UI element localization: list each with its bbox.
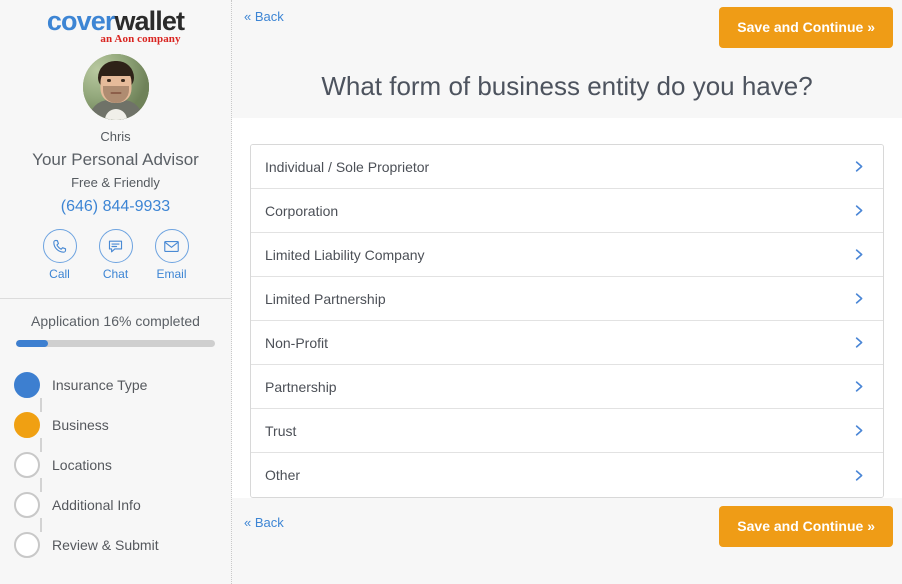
avatar <box>82 54 149 120</box>
step-indicator <box>14 492 40 518</box>
step-indicator <box>14 372 40 398</box>
application-window: coverwallet an Aon company Chris Your Pe… <box>0 0 902 584</box>
chevron-right-icon <box>855 249 862 260</box>
option-chevron[interactable] <box>847 247 869 262</box>
chevron-right-icon <box>855 469 862 481</box>
step-indicator <box>14 412 40 438</box>
avatar-eye-left <box>106 79 111 82</box>
back-link-top[interactable]: « Back <box>244 9 284 25</box>
option-chevron[interactable] <box>847 291 869 306</box>
option-chevron[interactable] <box>847 203 869 218</box>
brand-logo[interactable]: coverwallet an Aon company <box>0 0 231 45</box>
option-chevron[interactable] <box>847 468 869 483</box>
step-label: Business <box>52 417 109 433</box>
option-row[interactable]: Non-Profit <box>251 321 883 365</box>
chevron-right-icon <box>855 425 862 436</box>
chat-icon <box>108 240 123 252</box>
step-item-insurance-type[interactable]: Insurance Type <box>14 365 231 412</box>
step-connector <box>40 478 42 492</box>
contact-email[interactable]: Email <box>154 229 190 282</box>
bottom-action-bar: « Back Save and Continue » <box>232 498 902 584</box>
option-label: Non-Profit <box>265 334 329 351</box>
option-row[interactable]: Trust <box>251 409 883 453</box>
chevron-right-icon <box>855 381 862 392</box>
option-label: Corporation <box>265 202 339 219</box>
option-label: Trust <box>265 422 297 439</box>
save-and-continue-button-bottom[interactable]: Save and Continue » <box>719 506 893 547</box>
step-label: Insurance Type <box>52 377 148 393</box>
step-label: Review & Submit <box>52 537 159 553</box>
step-item-review-submit[interactable]: Review & Submit <box>14 525 231 565</box>
sidebar-divider <box>0 298 231 299</box>
option-row[interactable]: Limited Liability Company <box>251 233 883 277</box>
business-entity-options: Individual / Sole Proprietor Corporation L… <box>250 144 884 498</box>
step-indicator <box>14 532 40 558</box>
option-row[interactable]: Other <box>251 453 883 497</box>
email-button[interactable] <box>154 229 189 263</box>
logo-text: coverwallet <box>0 6 231 36</box>
call-label: Call <box>49 267 70 281</box>
option-row[interactable]: Individual / Sole Proprietor <box>251 145 883 189</box>
advisor-panel: Chris Your Personal Advisor Free & Frien… <box>0 44 231 282</box>
avatar-fringe <box>99 65 132 76</box>
option-label: Limited Liability Company <box>265 246 425 263</box>
progress-bar <box>16 340 215 347</box>
advisor-tagline: Free & Friendly <box>71 175 160 190</box>
step-label: Additional Info <box>52 497 141 513</box>
contact-methods: Call Chat Email <box>0 229 231 282</box>
options-card: Individual / Sole Proprietor Corporation L… <box>232 118 902 498</box>
option-chevron[interactable] <box>847 423 869 438</box>
option-row[interactable]: Limited Partnership <box>251 277 883 321</box>
logo-wallet: wallet <box>114 6 185 36</box>
contact-call[interactable]: Call <box>42 229 78 282</box>
chat-button[interactable] <box>98 229 133 263</box>
step-list: Insurance Type Business Locations Additiona… <box>0 365 231 565</box>
phone-icon <box>53 239 67 253</box>
chevron-right-icon <box>855 293 862 304</box>
chevron-right-icon <box>855 205 862 216</box>
chevron-right-icon <box>855 337 862 348</box>
back-link-bottom[interactable]: « Back <box>244 515 284 531</box>
chat-label: Chat <box>102 267 129 281</box>
chevron-right-icon <box>855 161 862 172</box>
step-label: Locations <box>52 457 112 473</box>
progress-label: Application 16% completed <box>31 313 200 329</box>
step-item-locations[interactable]: Locations <box>14 445 231 492</box>
avatar-eye-right <box>120 79 125 82</box>
sidebar: coverwallet an Aon company Chris Your Pe… <box>0 0 232 584</box>
advisor-phone-link[interactable]: (646) 844-9933 <box>0 197 231 217</box>
call-button[interactable] <box>42 229 77 263</box>
avatar-mouth <box>110 92 121 94</box>
option-row[interactable]: Partnership <box>251 365 883 409</box>
step-item-business[interactable]: Business <box>14 405 231 452</box>
option-label: Individual / Sole Proprietor <box>265 158 430 175</box>
progress-bar-fill <box>16 340 48 347</box>
step-item-additional-info[interactable]: Additional Info <box>14 485 231 532</box>
option-row[interactable]: Corporation <box>251 189 883 233</box>
step-connector <box>40 518 42 532</box>
option-chevron[interactable] <box>847 379 869 394</box>
top-action-bar: « Back Save and Continue » <box>232 0 902 55</box>
advisor-role: Your Personal Advisor <box>32 150 199 169</box>
email-label: Email <box>156 267 187 281</box>
step-connector <box>40 398 42 412</box>
option-chevron[interactable] <box>847 159 869 174</box>
main-content: « Back Save and Continue » What form of … <box>232 0 902 584</box>
advisor-name: Chris <box>100 129 131 144</box>
option-label: Limited Partnership <box>265 290 386 307</box>
option-label: Partnership <box>265 378 337 395</box>
logo-cover: cover <box>46 6 115 36</box>
save-and-continue-button-top[interactable]: Save and Continue » <box>719 7 893 48</box>
option-chevron[interactable] <box>847 335 869 350</box>
page-title: What form of business entity do you have… <box>321 71 813 101</box>
envelope-icon <box>164 240 179 252</box>
option-label: Other <box>265 467 301 483</box>
step-indicator <box>14 452 40 478</box>
step-connector <box>40 438 42 452</box>
contact-chat[interactable]: Chat <box>98 229 134 282</box>
